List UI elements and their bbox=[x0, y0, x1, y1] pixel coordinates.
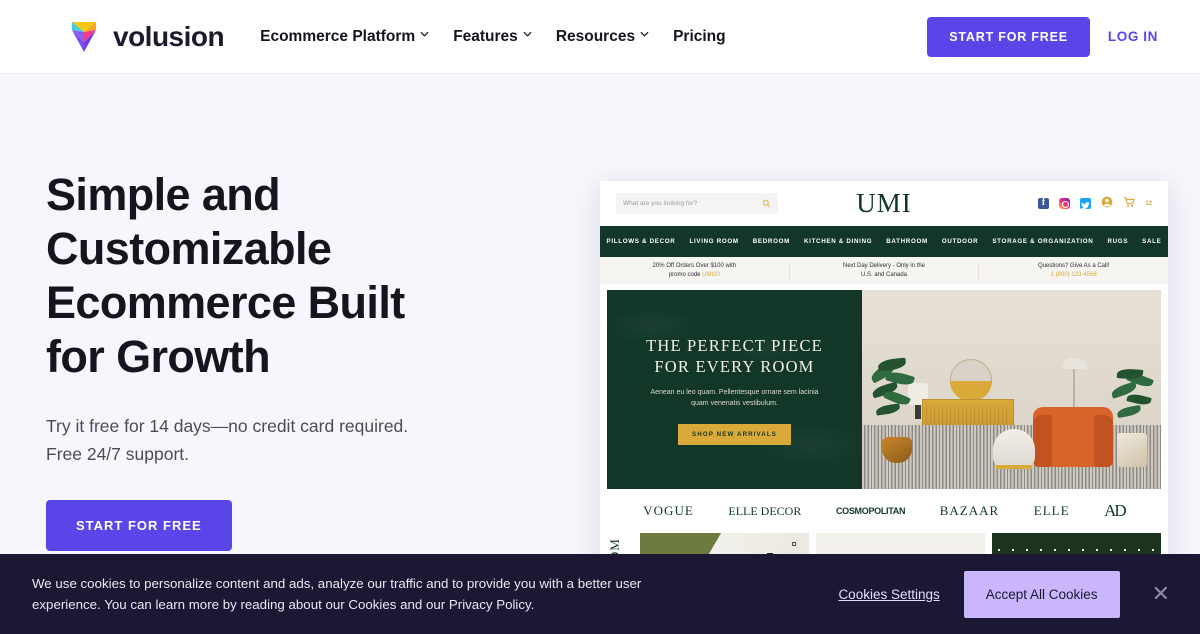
store-banner-body: Aenean eu leo quam. Pellentesque ornare … bbox=[650, 388, 819, 407]
store-nav-item-outdoor[interactable]: OUTDOOR bbox=[942, 238, 979, 245]
twitter-icon[interactable] bbox=[1080, 198, 1092, 209]
hero-section: Simple and Customizable Ecommerce Built … bbox=[0, 74, 1200, 634]
store-banner-headline-line1: THE PERFECT PIECE bbox=[646, 335, 823, 355]
chevron-down-icon bbox=[640, 31, 649, 40]
nav-item-label: Resources bbox=[555, 27, 636, 45]
press-logo-ad: AD bbox=[1104, 501, 1127, 520]
nav-actions: START FOR FREE LOG IN bbox=[927, 16, 1158, 57]
cookie-actions: Cookies Settings Accept All Cookies ✕ bbox=[838, 570, 1178, 618]
store-banner-headline-line2: FOR EVERY ROOM bbox=[654, 356, 815, 376]
nav-item-label: Pricing bbox=[673, 27, 726, 45]
store-nav-item-bathroom[interactable]: BATHROOM bbox=[886, 238, 928, 245]
account-icon[interactable] bbox=[1101, 195, 1113, 213]
store-nav-item-bedroom[interactable]: BEDROOM bbox=[753, 238, 790, 245]
room-illustration bbox=[862, 290, 1161, 489]
store-nav-item-sale[interactable]: SALE bbox=[1142, 238, 1161, 245]
nav-item-resources[interactable]: Resources bbox=[544, 28, 661, 46]
store-hero-banner: THE PERFECT PIECE FOR EVERY ROOM Aenean … bbox=[600, 284, 1168, 489]
promo-code: UMI20 bbox=[702, 271, 720, 278]
store-header: What are you looking for? UMI f 12 bbox=[600, 181, 1168, 226]
nav-item-pricing[interactable]: Pricing bbox=[661, 28, 738, 46]
orange-armchair bbox=[1033, 407, 1113, 467]
store-nav-item-living-room[interactable]: LIVING ROOM bbox=[689, 238, 738, 245]
store-banner-room-photo bbox=[862, 290, 1161, 489]
store-nav-item-kitchen-dining[interactable]: KITCHEN & DINING bbox=[804, 238, 872, 245]
hero-title-line-4: for Growth bbox=[46, 331, 271, 382]
press-logo-elle-decor: ELLE DECOR bbox=[728, 503, 802, 518]
press-logo-row: VOGUE ELLE DECOR COSMOPOLITAN BAZAAR ELL… bbox=[600, 489, 1168, 533]
promo-delivery-line1: Next Day Delivery - Only in the bbox=[842, 262, 926, 269]
white-ottoman bbox=[993, 429, 1035, 469]
cookie-consent-banner: We use cookies to personalize content an… bbox=[0, 554, 1200, 634]
store-nav-item-storage-organization[interactable]: STORAGE & ORGANIZATION bbox=[992, 238, 1093, 245]
press-logo-elle: ELLE bbox=[1033, 503, 1070, 518]
promo-offer: 20% Off Orders Over $100 with promo code… bbox=[600, 261, 790, 280]
nav-item-ecommerce-platform[interactable]: Ecommerce Platform bbox=[248, 28, 441, 46]
hero-title-line-3: Ecommerce Built bbox=[46, 277, 405, 328]
promo-support-line1: Questions? Give As a Call! bbox=[1037, 262, 1110, 269]
cart-count-badge: 12 bbox=[1145, 200, 1152, 207]
search-icon bbox=[762, 195, 771, 213]
cookie-message: We use cookies to personalize content an… bbox=[32, 576, 642, 612]
press-logo-bazaar: BAZAAR bbox=[939, 503, 1000, 518]
hero-title-line-1: Simple and bbox=[46, 169, 281, 220]
store-nav-item-pillows-decor[interactable]: PILLOWS & DECOR bbox=[607, 238, 676, 245]
volusion-gem-icon bbox=[66, 18, 102, 56]
store-search-input[interactable]: What are you looking for? bbox=[616, 193, 778, 214]
store-banner-copy: THE PERFECT PIECE FOR EVERY ROOM Aenean … bbox=[607, 290, 862, 489]
press-logo-cosmopolitan: COSMOPOLITAN bbox=[835, 506, 906, 516]
nav-item-label: Features bbox=[453, 27, 518, 45]
plant-left bbox=[868, 357, 926, 455]
top-navigation-bar: volusion Ecommerce Platform Features Res… bbox=[0, 0, 1200, 74]
nav-item-label: Ecommerce Platform bbox=[260, 27, 416, 45]
hero-title-line-2: Customizable bbox=[46, 223, 332, 274]
accept-all-cookies-button[interactable]: Accept All Cookies bbox=[963, 570, 1120, 618]
store-nav-item-rugs[interactable]: RUGS bbox=[1107, 238, 1128, 245]
promo-delivery: Next Day Delivery - Only in the U.S. and… bbox=[790, 261, 980, 280]
press-logo-vogue: VOGUE bbox=[643, 503, 694, 518]
cart-icon[interactable] bbox=[1123, 195, 1136, 213]
promo-support: Questions? Give As a Call! 1 (800) 123-4… bbox=[979, 262, 1168, 280]
store-header-icons: 12 bbox=[1038, 195, 1152, 213]
brand-name: volusion bbox=[113, 20, 225, 52]
store-category-nav: PILLOWS & DECOR LIVING ROOM BEDROOM KITC… bbox=[600, 226, 1168, 257]
cookies-settings-link[interactable]: Cookies Settings bbox=[838, 587, 939, 602]
shop-new-arrivals-button[interactable]: SHOP NEW ARRIVALS bbox=[678, 423, 791, 445]
chevron-down-icon bbox=[523, 31, 532, 40]
chevron-down-icon bbox=[420, 31, 429, 40]
facebook-icon[interactable] bbox=[1038, 197, 1050, 209]
log-in-link[interactable]: LOG IN bbox=[1108, 29, 1158, 44]
page-title: Simple and Customizable Ecommerce Built … bbox=[46, 168, 516, 384]
store-banner-headline: THE PERFECT PIECE FOR EVERY ROOM bbox=[646, 335, 823, 377]
page-root: volusion Ecommerce Platform Features Res… bbox=[0, 0, 1200, 634]
hero-copy: Simple and Customizable Ecommerce Built … bbox=[46, 168, 516, 551]
hero-subtitle: Try it free for 14 days—no credit card r… bbox=[46, 416, 409, 464]
instagram-icon[interactable] bbox=[1059, 198, 1071, 209]
primary-nav-links: Ecommerce Platform Features Resources Pr… bbox=[248, 28, 738, 46]
promo-offer-line2: promo code bbox=[668, 271, 703, 278]
promo-delivery-line2: U.S. and Canada bbox=[860, 271, 908, 278]
promo-phone-number[interactable]: 1 (800) 123-4568 bbox=[1051, 272, 1097, 278]
store-promo-bar: 20% Off Orders Over $100 with promo code… bbox=[600, 257, 1168, 284]
brand-logo[interactable]: volusion bbox=[66, 18, 225, 56]
close-icon[interactable]: ✕ bbox=[1144, 583, 1178, 605]
promo-offer-line1: 20% Off Orders Over $100 with bbox=[652, 262, 737, 269]
start-for-free-button-hero[interactable]: START FOR FREE bbox=[46, 500, 232, 551]
start-for-free-button-nav[interactable]: START FOR FREE bbox=[927, 16, 1090, 57]
store-search-placeholder: What are you looking for? bbox=[623, 200, 698, 207]
nav-item-features[interactable]: Features bbox=[441, 28, 544, 46]
